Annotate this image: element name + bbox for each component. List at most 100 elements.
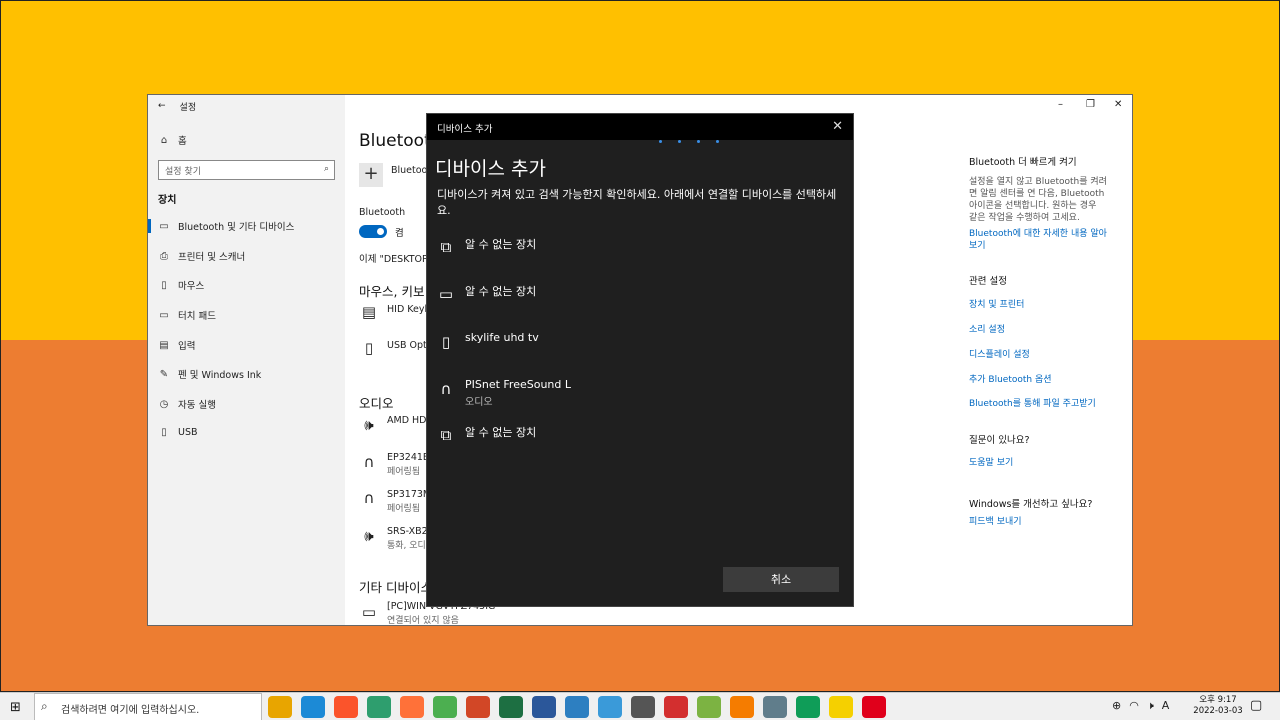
bluetooth-label: Bluetooth [359, 207, 406, 218]
sidebar-item-usb[interactable]: ▯ USB [158, 427, 197, 438]
device-status: 통화, 오디 [387, 541, 426, 551]
mouse-icon: ▯ [161, 279, 167, 291]
sidebar-item-home[interactable]: ⌂ 홈 [158, 133, 187, 148]
pen-icon: ✎ [159, 368, 169, 380]
quick-text: 면 알림 센터를 연 다음, Bluetooth [969, 189, 1105, 199]
pc-icon: ▭ [361, 603, 377, 621]
android-icon[interactable] [697, 696, 721, 718]
powerpoint-icon[interactable] [466, 696, 490, 718]
network-icon[interactable]: ◠ [1129, 699, 1139, 713]
firefox-icon[interactable] [400, 696, 424, 718]
back-arrow-icon[interactable]: ← [158, 101, 166, 111]
printer-icon: ⎙ [160, 250, 168, 262]
sidebar-section-heading: 장치 [158, 195, 177, 206]
magnifier-tool-icon[interactable] [631, 696, 655, 718]
sidebar-item-mouse[interactable]: ▯ 마우스 [158, 278, 204, 293]
edge-dev-icon[interactable] [796, 696, 820, 718]
keyboard-icon: ▤ [361, 303, 377, 321]
bluetooth-toggle[interactable] [359, 225, 387, 238]
hwp-icon[interactable] [565, 696, 589, 718]
home-icon: ⌂ [160, 134, 168, 146]
taskbar-search-input[interactable]: ⌕ 검색하려면 여기에 입력하십시오. [34, 693, 262, 720]
related-link[interactable]: 소리 설정 [969, 324, 1005, 336]
add-device-button[interactable]: + [359, 163, 383, 187]
related-link[interactable]: 장치 및 프린터 [969, 299, 1024, 311]
remote-desktop-icon[interactable] [598, 696, 622, 718]
chrome-icon[interactable] [433, 696, 457, 718]
learn-more-link[interactable]: 보기 [969, 240, 986, 252]
section-audio: 오디오 [359, 396, 394, 411]
clock[interactable]: 오후 9:17 2022-03-03 [1192, 695, 1244, 717]
feedback-link[interactable]: 피드백 보내기 [969, 516, 1022, 528]
headset-icon: ∩ [363, 489, 375, 507]
device-status: 페어링됨 [387, 467, 421, 477]
device-name[interactable]: USB Opti [387, 340, 429, 351]
device-list-item[interactable]: ∩ PISnet FreeSound L 오디오 [435, 378, 835, 412]
device-name: PISnet FreeSound L [465, 378, 572, 391]
calculator-icon[interactable] [763, 696, 787, 718]
notification-icon[interactable]: ▢ [1250, 698, 1262, 713]
word-icon[interactable] [532, 696, 556, 718]
cancel-button[interactable]: 취소 [723, 567, 839, 592]
device-name: 알 수 없는 장치 [465, 426, 537, 439]
close-icon[interactable]: ✕ [1114, 99, 1122, 110]
language-indicator[interactable]: A [1162, 699, 1170, 713]
opera-icon[interactable] [862, 696, 886, 718]
sticky-notes-icon[interactable] [829, 696, 853, 718]
monitor-icon: ▭ [438, 285, 454, 303]
dialog-heading: 디바이스 추가 [435, 158, 546, 180]
autoplay-icon: ◷ [159, 398, 169, 410]
device-list-item[interactable]: ▯ skylife uhd tv [435, 331, 835, 365]
settings-search-input[interactable]: 설정 찾기 ⌕ [158, 160, 335, 180]
device-name[interactable]: HID Keyb [387, 304, 431, 315]
maximize-icon[interactable]: ❐ [1086, 99, 1095, 110]
sidebar-item-printers[interactable]: ⎙ 프린터 및 스캐너 [158, 249, 245, 264]
device-name[interactable]: SP3173M [387, 489, 431, 500]
brave-icon[interactable] [334, 696, 358, 718]
touchpad-icon: ▭ [159, 309, 169, 321]
edge-icon[interactable] [301, 696, 325, 718]
learn-more-link[interactable]: Bluetooth에 대한 자세한 내용 알아 [969, 228, 1107, 240]
help-link[interactable]: 도움말 보기 [969, 457, 1013, 469]
device-type: 오디오 [465, 397, 493, 408]
se-icon[interactable] [664, 696, 688, 718]
keyboard-icon: ▤ [159, 339, 169, 351]
related-link[interactable]: 추가 Bluetooth 옵션 [969, 374, 1052, 386]
device-list-item[interactable]: ⧉ 알 수 없는 장치 [435, 424, 835, 458]
vlc-icon[interactable] [730, 696, 754, 718]
people-icon[interactable]: ⊕ [1112, 699, 1121, 713]
quick-text: 아이콘을 선택합니다. 원하는 경우 [969, 201, 1097, 211]
phone-icon: ▯ [441, 333, 451, 351]
sidebar-item-bluetooth[interactable]: ▭ Bluetooth 및 기타 디바이스 [158, 219, 294, 234]
discoverable-text: 이제 "DESKTOP- [359, 254, 431, 265]
file-explorer-icon[interactable] [268, 696, 292, 718]
taskbar: ⊞ ⌕ 검색하려면 여기에 입력하십시오. ⊕ ◠ 🕨 A 오후 9:17 20… [0, 692, 1280, 720]
dialog-titlebar: 디바이스 추가 [427, 114, 853, 140]
device-list-item[interactable]: ▭ 알 수 없는 장치 [435, 283, 835, 317]
plus-icon: + [363, 163, 379, 184]
sync-icon[interactable] [367, 696, 391, 718]
sidebar-item-pen[interactable]: ✎ 펜 및 Windows Ink [158, 367, 261, 382]
device-list-item[interactable]: ⧉ 알 수 없는 장치 [435, 236, 835, 270]
device-name: skylife uhd tv [465, 331, 539, 344]
toggle-state: 켬 [395, 228, 404, 239]
related-link[interactable]: Bluetooth를 통해 파일 주고받기 [969, 398, 1096, 410]
sidebar-item-typing[interactable]: ▤ 입력 [158, 338, 195, 353]
mouse-icon: ▯ [364, 339, 374, 357]
improve-heading: Windows를 개선하고 싶나요? [969, 499, 1093, 510]
clock-date: 2022-03-03 [1193, 706, 1243, 716]
related-link[interactable]: 디스플레이 설정 [969, 349, 1030, 361]
close-icon[interactable]: ✕ [832, 119, 843, 134]
sidebar-item-touchpad[interactable]: ▭ 터치 패드 [158, 308, 216, 323]
device-name[interactable]: AMD HD [387, 415, 427, 426]
headphones-icon: ∩ [363, 453, 375, 471]
speaker-icon: 🕪 [364, 527, 374, 545]
windows-start-icon[interactable]: ⊞ [10, 700, 21, 715]
sidebar-item-autoplay[interactable]: ◷ 자동 실행 [158, 397, 216, 412]
system-tray: ⊕ ◠ 🕨 A [1112, 699, 1169, 713]
excel-icon[interactable] [499, 696, 523, 718]
usb-icon: ▯ [161, 427, 167, 438]
minimize-icon[interactable]: – [1058, 99, 1063, 110]
question-heading: 질문이 있나요? [969, 435, 1030, 446]
volume-icon[interactable]: 🕨 [1147, 699, 1154, 713]
